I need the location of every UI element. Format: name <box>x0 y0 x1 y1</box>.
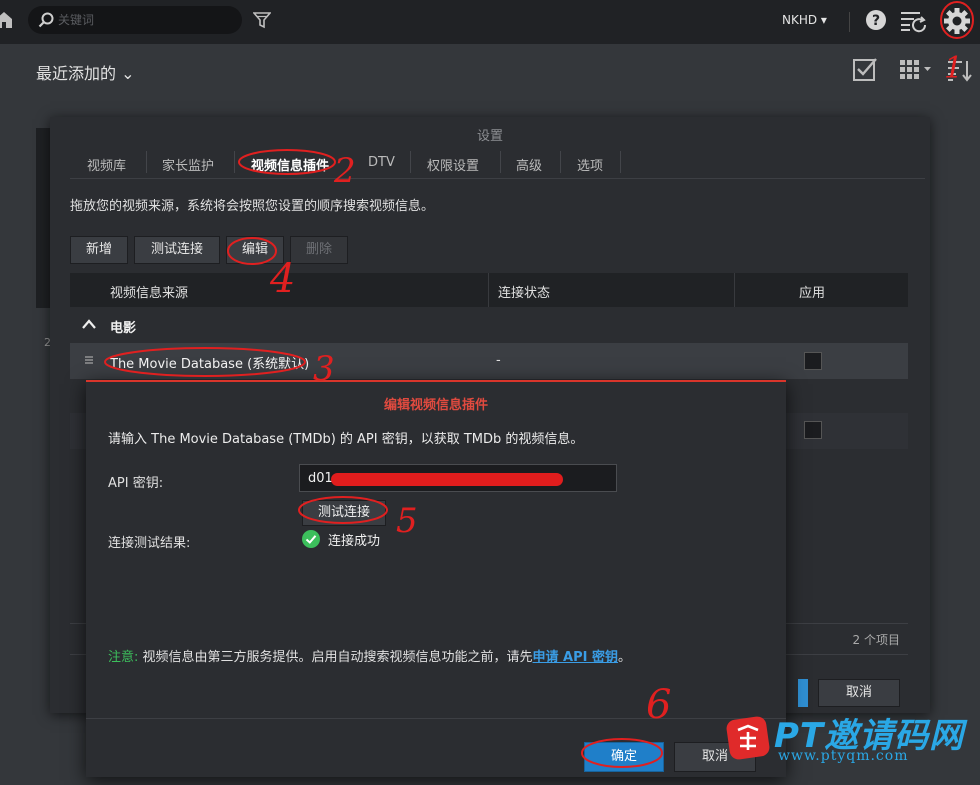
tab-video-info-plugin[interactable]: 视频信息插件 <box>251 155 329 174</box>
column-source[interactable]: 视频信息来源 <box>110 282 188 301</box>
tab-divider <box>620 151 621 173</box>
svg-text:?: ? <box>872 13 880 29</box>
watermark-logo <box>726 716 770 760</box>
settings-tabs: 视频库 家长监护 视频信息插件 DTV 权限设置 高级 选项 <box>70 147 925 179</box>
tab-divider <box>560 151 561 173</box>
chevron-up-icon[interactable] <box>82 318 96 330</box>
apply-api-key-link[interactable]: 申请 API 密钥 <box>533 650 618 665</box>
plugin-description: 拖放您的视频来源，系统将会按照您设置的顺序搜索视频信息。 <box>70 199 435 214</box>
check-circle-icon <box>302 530 320 548</box>
column-divider <box>734 273 735 307</box>
settings-title: 设置 <box>476 129 503 144</box>
watermark-url: www.ptyqm.com <box>778 748 909 764</box>
group-label: 电影 <box>110 321 137 336</box>
notice-text: 注意: 视频信息由第三方服务提供。启用自动搜索视频信息功能之前，请先申请 API… <box>108 646 631 665</box>
column-status[interactable]: 连接状态 <box>498 282 550 301</box>
sort-icon[interactable] <box>946 58 972 82</box>
tab-video-library[interactable]: 视频库 <box>87 155 126 174</box>
edit-button[interactable]: 编辑 <box>226 236 284 264</box>
column-apply[interactable]: 应用 <box>799 282 825 301</box>
edit-plugin-dialog: 编辑视频信息插件 请输入 The Movie Database (TMDb) 的… <box>86 380 786 777</box>
row-source: The Movie Database (系统默认) <box>110 357 310 372</box>
tab-permissions[interactable]: 权限设置 <box>427 155 479 174</box>
notice-end: 。 <box>618 650 632 665</box>
page-title[interactable]: 最近添加的 ⌄ <box>36 60 135 84</box>
row-status: - <box>496 353 501 368</box>
tab-advanced[interactable]: 高级 <box>516 155 542 174</box>
top-bar: NKHD ▾ ? <box>0 0 980 44</box>
test-connection-button[interactable]: 测试连接 <box>302 500 386 526</box>
table-row[interactable]: The Movie Database (系统默认) - <box>70 343 908 379</box>
apply-checkbox[interactable] <box>804 421 822 439</box>
select-mode-icon[interactable] <box>852 56 878 82</box>
search-box <box>28 6 242 34</box>
task-queue-icon[interactable] <box>900 9 928 33</box>
item-count: 2 个项目 <box>852 633 900 647</box>
dialog-title: 编辑视频信息插件 <box>383 398 488 413</box>
tab-options[interactable]: 选项 <box>577 155 603 174</box>
dialog-description: 请输入 The Movie Database (TMDb) 的 API 密钥，以… <box>108 432 584 447</box>
tab-divider <box>500 151 501 173</box>
tab-divider <box>410 151 411 173</box>
search-icon <box>38 12 54 28</box>
settings-cancel-button[interactable]: 取消 <box>818 679 900 707</box>
dialog-footer-divider <box>86 718 786 719</box>
column-divider <box>488 273 489 307</box>
notice-prefix: 注意: <box>108 650 139 665</box>
result-text: 连接成功 <box>328 534 381 549</box>
search-input[interactable] <box>58 11 233 29</box>
group-row-movies[interactable]: 电影 <box>70 307 908 343</box>
table-header: 视频信息来源 连接状态 应用 <box>70 273 908 307</box>
help-icon[interactable]: ? <box>865 9 887 31</box>
notice-body: 视频信息由第三方服务提供。启用自动搜索视频信息功能之前，请先 <box>138 650 533 665</box>
tab-dtv[interactable]: DTV <box>368 155 395 170</box>
api-key-label: API 密钥: <box>108 476 164 491</box>
tab-divider <box>234 151 235 173</box>
home-icon[interactable] <box>0 11 12 29</box>
ok-button[interactable]: 确定 <box>584 742 664 772</box>
divider <box>849 12 850 32</box>
settings-ok-button[interactable] <box>798 679 808 707</box>
redaction-mark <box>331 473 563 486</box>
user-menu[interactable]: NKHD ▾ <box>782 13 827 27</box>
add-button[interactable]: 新增 <box>70 236 128 264</box>
test-connection-button[interactable]: 测试连接 <box>134 236 220 264</box>
drag-handle-icon[interactable] <box>84 355 94 365</box>
gear-icon[interactable] <box>942 6 972 36</box>
delete-button[interactable]: 删除 <box>290 236 348 264</box>
apply-checkbox[interactable] <box>804 352 822 370</box>
result-label: 连接测试结果: <box>108 536 191 551</box>
filter-icon[interactable] <box>253 11 271 29</box>
tab-parental-control[interactable]: 家长监护 <box>162 155 214 174</box>
grid-view-icon[interactable] <box>900 58 932 80</box>
tab-divider <box>146 151 147 173</box>
